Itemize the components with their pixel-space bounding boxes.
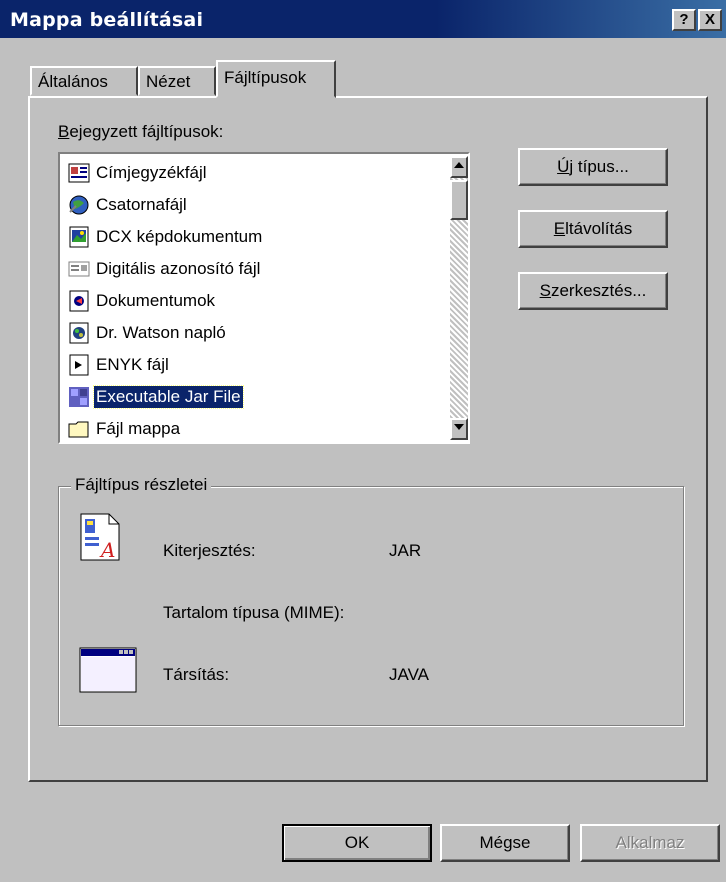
tab-general[interactable]: Általános — [30, 66, 138, 96]
cancel-button[interactable]: Mégse — [440, 824, 570, 862]
jar-file-icon — [68, 386, 90, 408]
tab-file-types-label: Fájltípusok — [224, 68, 307, 87]
list-item-label: Fájl mappa — [96, 419, 181, 438]
edit-button[interactable]: Szerkesztés... — [518, 272, 668, 310]
folder-icon — [68, 418, 90, 440]
ok-button[interactable]: OK — [282, 824, 432, 862]
certificate-icon — [68, 258, 90, 280]
list-item[interactable]: ENYK fájl — [68, 350, 171, 380]
list-item[interactable]: Fájl mappa — [68, 414, 182, 440]
filetypes-listbox[interactable]: Címjegyzékfájl Csatornafájl DCX képdokum… — [58, 152, 470, 444]
list-item-label: Executable Jar File — [93, 385, 244, 409]
filetypes-list-label: Bejegyzett fájltípusok: — [58, 122, 224, 141]
tab-view[interactable]: Nézet — [138, 66, 216, 96]
list-item-label: Digitális azonosító fájl — [96, 259, 261, 278]
tab-general-label: Általános — [38, 72, 108, 91]
list-item-label: Csatornafájl — [96, 195, 187, 214]
association-value: JAVA — [389, 665, 429, 684]
arrow-down-icon — [454, 424, 464, 430]
title-bar[interactable]: Mappa beállításai ? X — [0, 0, 726, 38]
list-item-label: Címjegyzékfájl — [96, 163, 207, 182]
scroll-thumb[interactable] — [450, 180, 468, 220]
list-item[interactable]: Dokumentumok — [68, 286, 217, 316]
association-label: Társítás: — [163, 665, 230, 684]
filetype-details-legend: Fájltípus részletei — [71, 475, 212, 495]
channel-globe-icon — [68, 194, 90, 216]
list-item-selected[interactable]: Executable Jar File — [68, 382, 244, 412]
enyk-file-icon — [68, 354, 90, 376]
list-item[interactable]: Dr. Watson napló — [68, 318, 228, 348]
tab-view-label: Nézet — [146, 72, 191, 91]
image-document-icon — [68, 226, 90, 248]
list-item-label: Dokumentumok — [96, 291, 216, 310]
edit-label: zerkesztés... — [550, 281, 647, 300]
list-item[interactable]: Címjegyzékfájl — [68, 158, 209, 188]
new-type-button[interactable]: Új típus... — [518, 148, 668, 186]
scroll-down-button[interactable] — [450, 418, 468, 440]
scroll-up-button[interactable] — [450, 156, 468, 178]
folder-options-dialog: Mappa beállításai ? X Általános Nézet Fá… — [0, 0, 726, 882]
list-item-label: Dr. Watson napló — [96, 323, 226, 342]
list-item[interactable]: Csatornafájl — [68, 190, 189, 220]
list-item-label: ENYK fájl — [96, 355, 169, 374]
apply-button[interactable]: Alkalmaz — [580, 824, 720, 862]
filetypes-list: Címjegyzékfájl Csatornafájl DCX képdokum… — [62, 156, 450, 440]
list-item[interactable]: Digitális azonosító fájl — [68, 254, 262, 284]
remove-button[interactable]: Eltávolítás — [518, 210, 668, 248]
list-item[interactable]: DCX képdokumentum — [68, 222, 264, 252]
filetype-details-group: Fájltípus részletei A Kiterjesztés: JAR … — [58, 475, 684, 726]
list-scrollbar[interactable] — [450, 156, 468, 440]
mime-label: Tartalom típusa (MIME): — [163, 603, 345, 622]
log-file-icon — [68, 322, 90, 344]
documents-icon — [68, 290, 90, 312]
filetypes-list-label-text: ejegyzett fájltípusok: — [69, 122, 224, 141]
remove-label: ltávolítás — [565, 219, 633, 238]
tab-file-types[interactable]: Fájltípusok — [216, 60, 336, 98]
extension-value: JAR — [389, 541, 422, 560]
help-button[interactable]: ? — [672, 9, 696, 31]
extension-label: Kiterjesztés: — [163, 541, 256, 560]
list-item-label: DCX képdokumentum — [96, 227, 263, 246]
address-book-icon — [68, 162, 90, 184]
jar-document-icon: A — [79, 513, 121, 566]
svg-text:A: A — [99, 538, 115, 561]
application-window-icon — [79, 647, 137, 698]
window-title: Mappa beállításai — [10, 9, 204, 31]
new-type-label: j típus... — [569, 157, 629, 176]
arrow-up-icon — [454, 162, 464, 168]
close-button[interactable]: X — [698, 9, 722, 31]
